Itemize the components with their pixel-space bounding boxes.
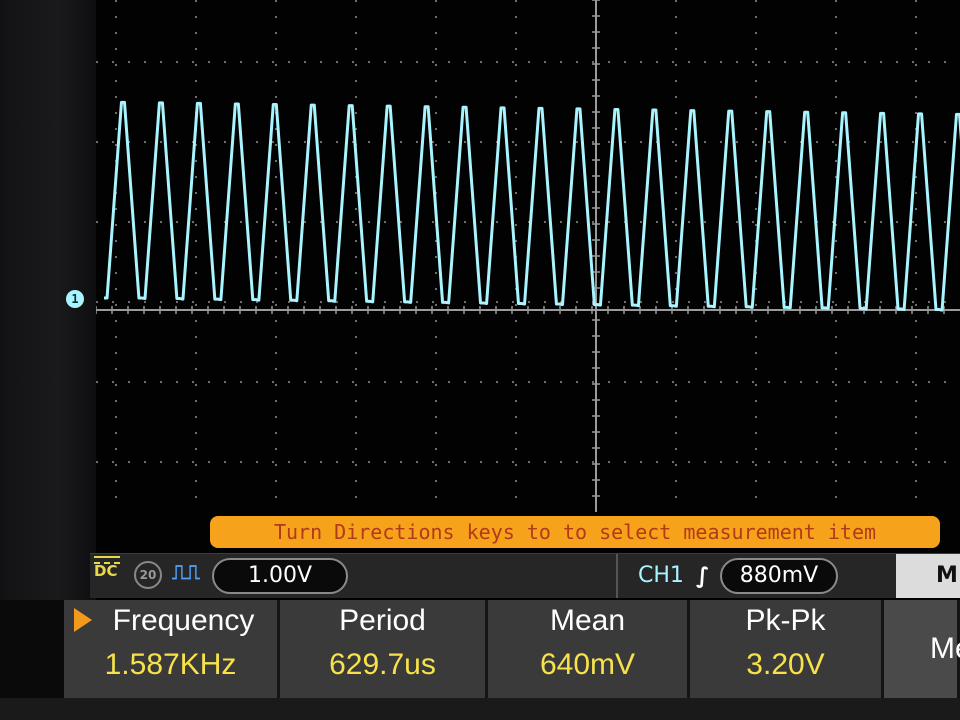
dc-coupling-icon bbox=[94, 556, 120, 564]
scope-screen bbox=[96, 0, 960, 600]
trigger-channel-label: CH1 bbox=[638, 563, 684, 588]
measurement-period[interactable]: Period 629.7us bbox=[280, 600, 488, 698]
measurement-panel: Frequency 1.587KHz Period 629.7us Mean 6… bbox=[64, 600, 960, 698]
ch1-waveform-trace bbox=[104, 100, 960, 312]
trigger-level[interactable]: 880mV bbox=[720, 558, 838, 594]
measurement-pk-pk[interactable]: Pk-Pk 3.20V bbox=[690, 600, 884, 698]
measurement-mean[interactable]: Mean 640mV bbox=[488, 600, 690, 698]
rising-edge-icon: ∫ bbox=[696, 564, 710, 589]
measurement-value: 640mV bbox=[539, 648, 636, 681]
waveform-display bbox=[96, 0, 960, 512]
measurement-value: 3.20V bbox=[746, 648, 825, 681]
measurement-label: Me bbox=[930, 632, 960, 665]
scope-bezel-bottom bbox=[0, 698, 960, 720]
measurement-frequency[interactable]: Frequency 1.587KHz bbox=[64, 600, 280, 698]
hint-banner: Turn Directions keys to to select measur… bbox=[210, 516, 940, 548]
measurement-label: Mean bbox=[549, 604, 626, 637]
square-wave-icon: ⎍⎍ bbox=[172, 560, 200, 584]
dc-coupling-indicator: DC bbox=[94, 556, 120, 580]
coupling-label: DC bbox=[94, 562, 118, 580]
bandwidth-limit-icon: 20 bbox=[134, 561, 162, 589]
measurement-label: Period bbox=[339, 604, 426, 637]
measurement-label: Frequency bbox=[112, 604, 255, 637]
measurement-value: 1.587KHz bbox=[104, 648, 237, 681]
measurement-value: 629.7us bbox=[329, 648, 436, 681]
ch1-ground-marker: 1 bbox=[66, 290, 84, 308]
menu-tab[interactable]: M bbox=[896, 554, 960, 598]
measurement-menu[interactable]: Me bbox=[884, 600, 960, 698]
volts-per-div[interactable]: 1.00V bbox=[212, 558, 348, 594]
status-bar: DC 20 ⎍⎍ 1.00V CH1 ∫ 880mV M bbox=[90, 553, 960, 598]
measurement-label: Pk-Pk bbox=[745, 604, 826, 637]
